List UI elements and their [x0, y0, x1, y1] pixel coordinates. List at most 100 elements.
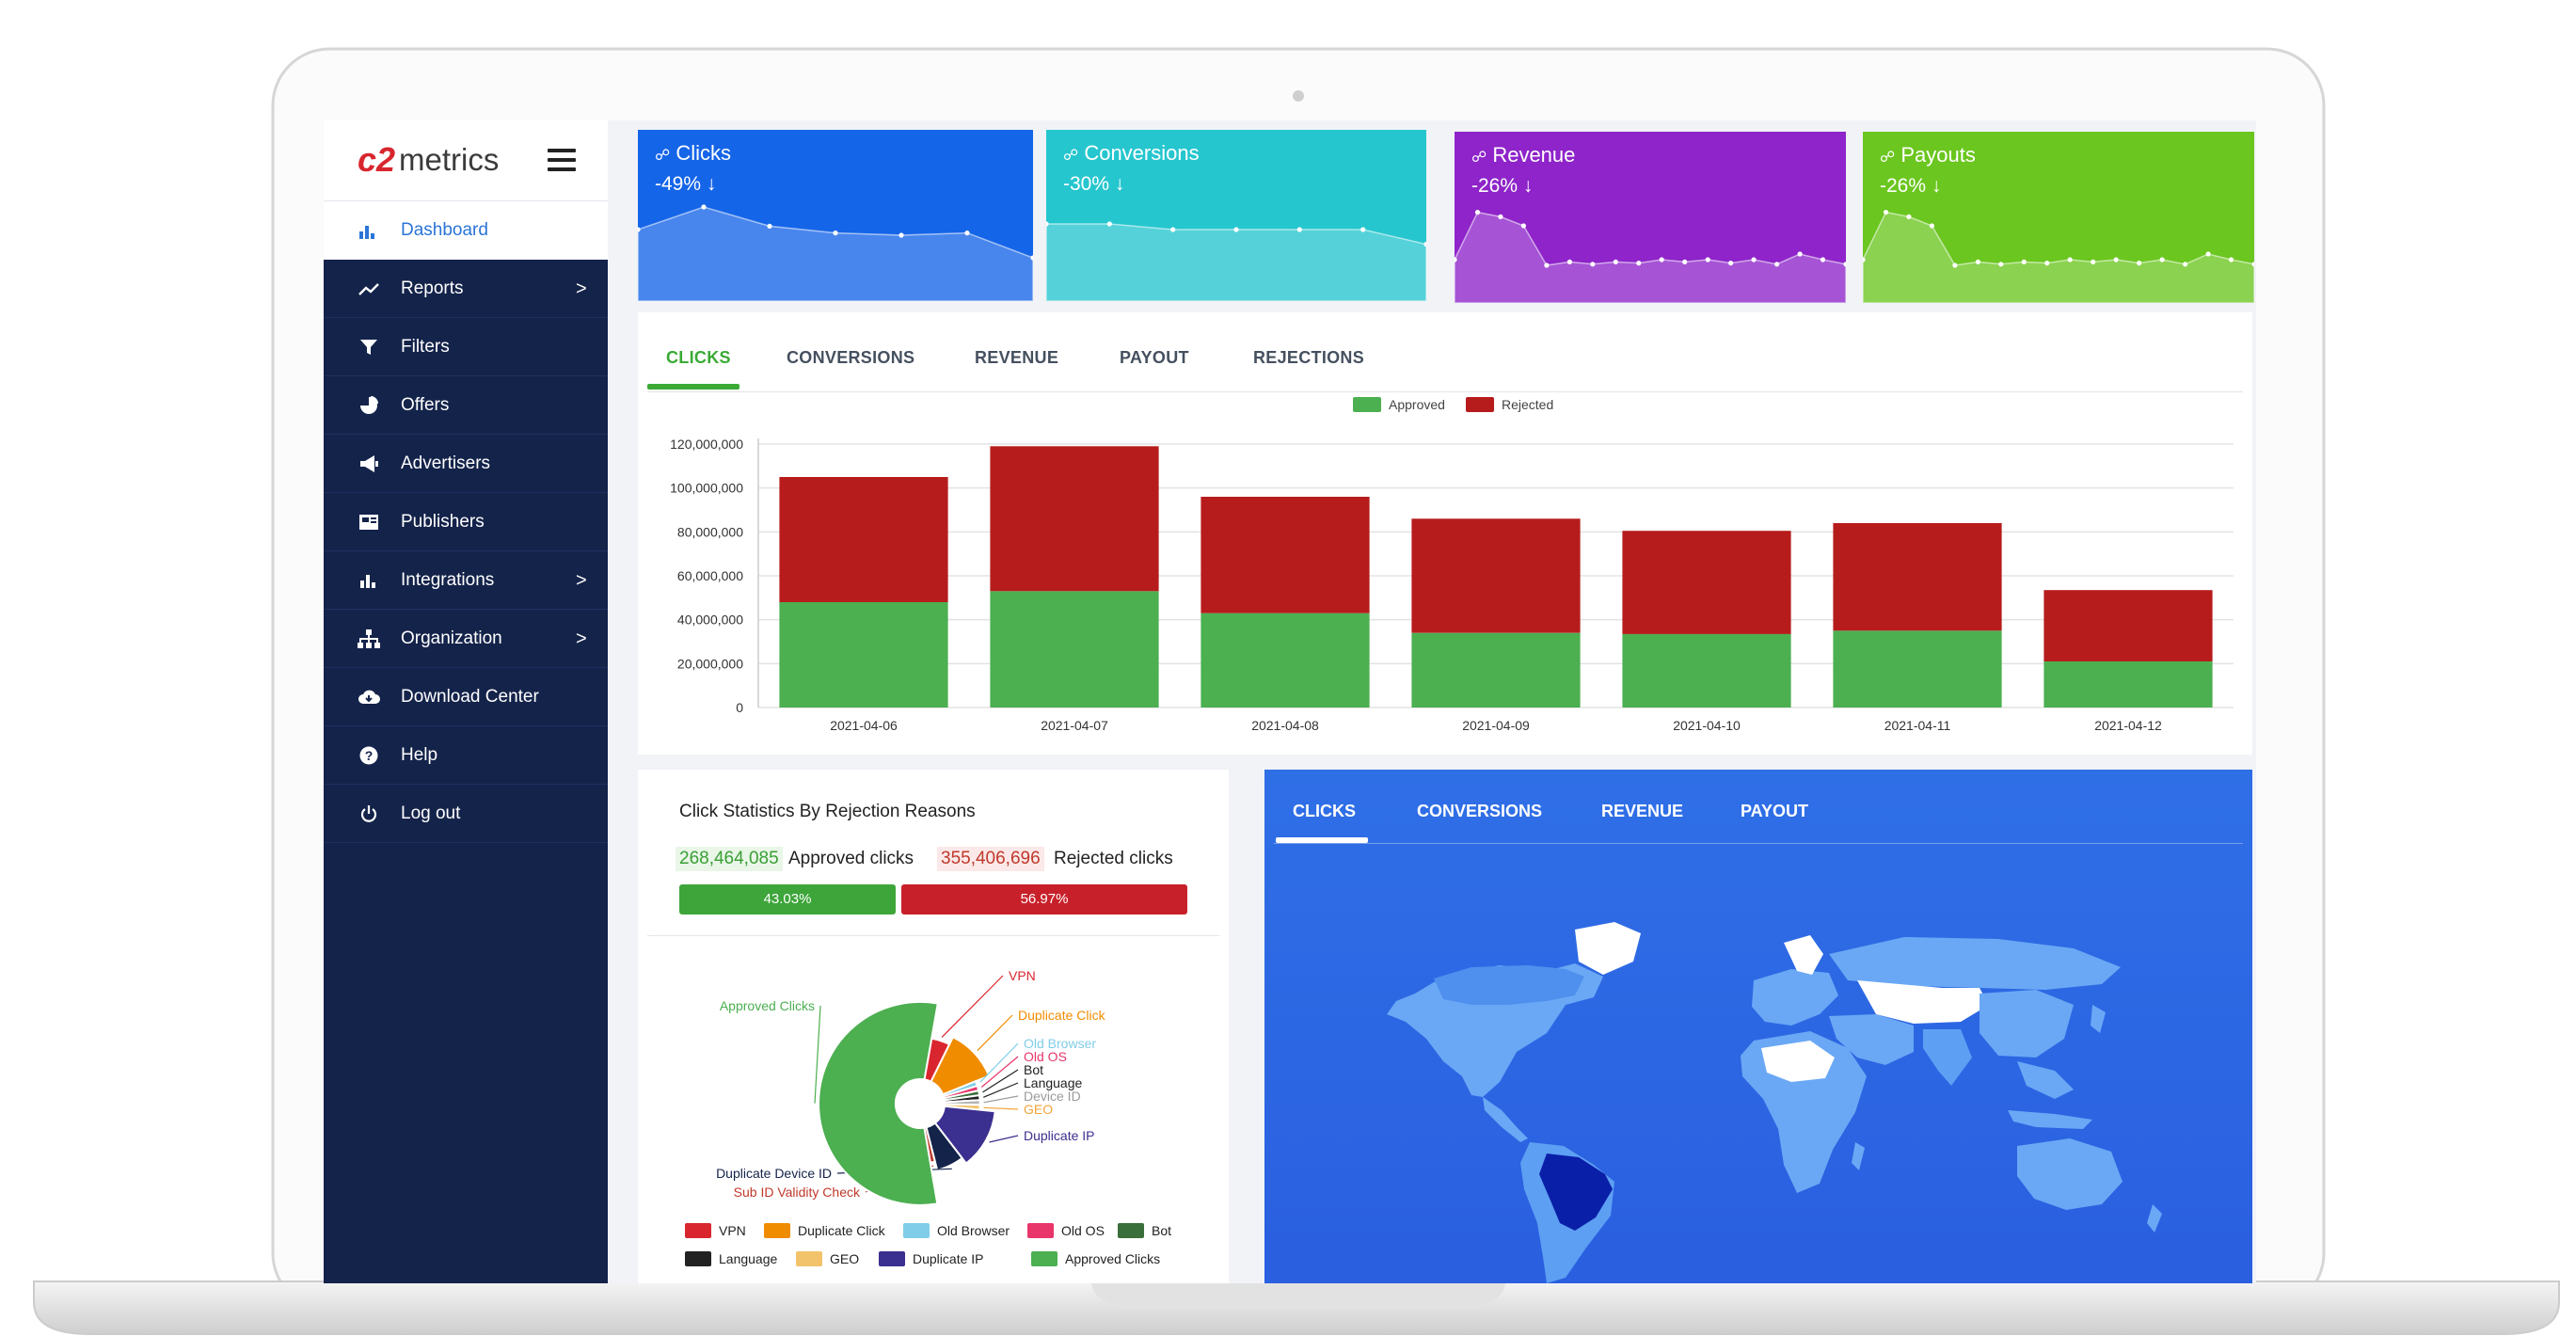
bar-rejected [1201, 497, 1370, 613]
sparkline-point [1590, 262, 1596, 267]
cloud-download-icon [358, 687, 380, 708]
legend-swatch [764, 1223, 790, 1238]
kpi-delta: -26% ↓ [1880, 175, 1942, 197]
x-tick-label: 2021-04-10 [1673, 718, 1741, 733]
sidebar-item-label: Help [401, 745, 438, 765]
sidebar-item-label: Publishers [401, 512, 485, 532]
sidebar-item-organization[interactable]: Organization > [324, 610, 608, 668]
sidebar-item-label: Reports [401, 278, 464, 298]
kpi-title: Conversions [1084, 141, 1200, 165]
x-tick-label: 2021-04-07 [1041, 718, 1108, 733]
sparkline-point [767, 223, 772, 229]
sparkline-point [2137, 261, 2142, 266]
metrics-tab-panel: CLICKS CONVERSIONS REVENUE PAYOUT REJECTIONS… [638, 312, 2252, 755]
rejected-count: 355,406,696 [937, 847, 1044, 871]
y-tick-label: 0 [736, 700, 743, 715]
legend-swatch [685, 1223, 711, 1238]
legend-swatch [1031, 1251, 1057, 1266]
rejected-label: Rejected clicks [1054, 849, 1173, 868]
approved-progress-bar: 43.03% [679, 884, 896, 915]
legend-swatch [796, 1251, 822, 1266]
sparkline-point [1883, 210, 1889, 215]
sidebar-item-download-center[interactable]: Download Center [324, 668, 608, 726]
logo-area: c2 metrics [324, 120, 608, 201]
pie-label: VPN [1009, 968, 1036, 983]
sidebar-item-help[interactable]: ? Help [324, 726, 608, 785]
pie-label-line [989, 1135, 1019, 1143]
kpi-card-conversions[interactable]: ☍ Conversions -30% ↓ [1046, 130, 1426, 301]
sparkline-point [1728, 261, 1734, 266]
kpi-card-revenue[interactable]: ☍ Revenue -26% ↓ [1455, 132, 1846, 303]
legend-swatch [1118, 1223, 1144, 1238]
sidebar-item-offers[interactable]: Offers [324, 376, 608, 435]
world-map[interactable] [1264, 864, 2252, 1283]
kpi-delta: -26% ↓ [1471, 175, 1534, 197]
pie-label-line [983, 1095, 1019, 1104]
legend-label: Bot [1152, 1223, 1171, 1238]
legend-swatch [1466, 397, 1494, 412]
y-tick-label: 120,000,000 [670, 437, 743, 452]
y-tick-label: 60,000,000 [677, 568, 743, 583]
kpi-card-payouts[interactable]: ☍ Payouts -26% ↓ [1863, 132, 2254, 303]
india-region [1923, 1029, 1972, 1086]
sidebar-item-label: Filters [401, 337, 450, 357]
rejection-stats-panel: Click Statistics By Rejection Reasons 26… [638, 770, 1229, 1283]
map-tab-clicks[interactable]: CLICKS [1293, 802, 1356, 821]
bar-approved [1833, 630, 2002, 708]
bar-approved [990, 591, 1159, 708]
sidebar-item-publishers[interactable]: Publishers [324, 493, 608, 551]
sparkline-point [1705, 257, 1710, 262]
japan-region [2091, 1005, 2106, 1033]
bar-approved [1411, 632, 1581, 708]
sparkline-point [1566, 259, 1572, 264]
link-icon: ☍ [1063, 148, 1079, 164]
sidebar-item-reports[interactable]: Reports > [324, 260, 608, 318]
pie-icon [358, 395, 380, 416]
brand-logo[interactable]: c2 metrics [358, 139, 499, 181]
brand-wordmark: metrics [399, 142, 500, 177]
hamburger-menu-icon[interactable] [548, 149, 576, 171]
pie-label: Duplicate IP [1024, 1128, 1094, 1143]
map-tab-conversions[interactable]: CONVERSIONS [1417, 802, 1542, 821]
trend-icon [358, 278, 380, 299]
tab-rejections[interactable]: REJECTIONS [1253, 348, 1364, 368]
bar-rejected [779, 477, 948, 602]
sidebar-item-label: Dashboard [401, 220, 488, 240]
map-tab-revenue[interactable]: REVENUE [1601, 802, 1683, 821]
stacked-bar-chart: Approved Rejected 0 20,000,000 40,000,000 60,… [670, 397, 2234, 733]
tab-clicks[interactable]: CLICKS [666, 348, 731, 368]
pie-label: Duplicate Device ID [716, 1166, 832, 1181]
legend-swatch [1353, 397, 1381, 412]
sparkline-point [1170, 227, 1176, 232]
link-icon: ☍ [655, 148, 671, 164]
laptop-frame: c2 metrics Dashboard Reports > Filters Offe… [0, 0, 2576, 1336]
tab-revenue[interactable]: REVENUE [975, 348, 1058, 368]
legend-swatch [685, 1251, 711, 1266]
megaphone-icon [358, 453, 380, 474]
madagascar-region [1852, 1142, 1865, 1170]
y-tick-label: 100,000,000 [670, 481, 743, 496]
sidebar-item-filters[interactable]: Filters [324, 318, 608, 376]
sparkline-point [1613, 259, 1618, 264]
kpi-title: Payouts [1900, 143, 1976, 167]
sparkline-point [1952, 262, 1958, 268]
sidebar: c2 metrics Dashboard Reports > Filters Offe… [324, 120, 608, 1283]
tab-conversions[interactable]: CONVERSIONS [787, 348, 914, 368]
sidebar-item-integrations[interactable]: Integrations > [324, 551, 608, 610]
pie-label: GEO [1024, 1102, 1053, 1117]
bar-icon [358, 570, 380, 591]
sidebar-item-advertisers[interactable]: Advertisers [324, 435, 608, 493]
x-tick-label: 2021-04-09 [1462, 718, 1530, 733]
sidebar-item-dashboard[interactable]: Dashboard [324, 201, 608, 260]
sparkline-point [1797, 251, 1803, 257]
scandinavia-region [1784, 935, 1823, 975]
sparkline-point [2044, 261, 2050, 266]
australia-region [2017, 1138, 2123, 1210]
legend-label: Approved Clicks [1065, 1251, 1160, 1266]
sparkline-point [1106, 221, 1112, 227]
map-tab-payout[interactable]: PAYOUT [1741, 802, 1808, 821]
pie-label: Sub ID Validity Check [734, 1185, 861, 1200]
kpi-card-clicks[interactable]: ☍ Clicks -49% ↓ [638, 130, 1033, 301]
tab-payout[interactable]: PAYOUT [1120, 348, 1189, 368]
sidebar-item-log-out[interactable]: Log out [324, 785, 608, 843]
